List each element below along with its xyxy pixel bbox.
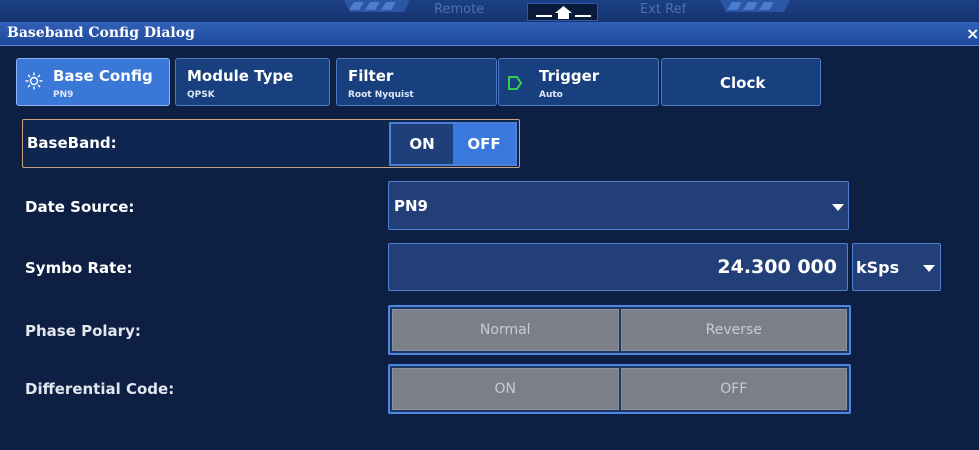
- tab-module-type[interactable]: Module Type QPSK: [175, 58, 330, 106]
- diff-code-on-button[interactable]: ON: [392, 368, 619, 410]
- tab-trigger-label: Trigger: [539, 67, 600, 85]
- dialog-title: Baseband Config Dialog: [7, 25, 195, 41]
- tab-clock[interactable]: Clock: [661, 58, 821, 106]
- tab-base-config-label: Base Config: [53, 67, 153, 85]
- home-button[interactable]: [527, 3, 598, 21]
- gear-icon: [25, 72, 43, 90]
- status-deco-right: [720, 0, 790, 12]
- differential-code-label: Differential Code:: [25, 380, 175, 398]
- tab-base-config[interactable]: Base Config PN9: [16, 58, 170, 106]
- phase-normal-button[interactable]: Normal: [392, 309, 619, 351]
- phase-polarity-group: Normal Reverse: [388, 305, 851, 355]
- tab-module-type-label: Module Type: [187, 67, 294, 85]
- phase-reverse-button[interactable]: Reverse: [620, 309, 847, 351]
- baseband-on-button[interactable]: ON: [391, 124, 453, 164]
- remote-indicator: Remote: [434, 2, 485, 17]
- symbol-rate-unit: kSps: [856, 258, 900, 277]
- baseband-toggle[interactable]: ON OFF: [389, 122, 517, 166]
- baseband-label: BaseBand:: [27, 134, 117, 152]
- chevron-down-icon: [832, 204, 844, 211]
- status-strip: Remote Ext Ref: [0, 0, 979, 22]
- ext-ref-indicator: Ext Ref: [640, 2, 687, 17]
- tab-filter-sub: Root Nyquist: [348, 90, 414, 100]
- symbol-rate-input[interactable]: 24.300 000: [388, 243, 848, 291]
- tab-clock-label: Clock: [720, 74, 766, 92]
- home-icon: [536, 6, 591, 19]
- data-source-select[interactable]: PN9: [388, 181, 849, 230]
- tab-base-config-sub: PN9: [53, 90, 74, 100]
- tab-module-type-sub: QPSK: [187, 90, 215, 100]
- baseband-off-button[interactable]: OFF: [453, 124, 515, 164]
- status-deco-left: [344, 0, 410, 12]
- symbol-rate-value: 24.300 000: [717, 256, 837, 278]
- dialog-title-bar: Baseband Config Dialog ×: [0, 22, 979, 46]
- chevron-down-icon: [923, 265, 935, 272]
- tab-filter[interactable]: Filter Root Nyquist: [336, 58, 497, 106]
- symbol-rate-unit-select[interactable]: kSps: [852, 243, 941, 291]
- tab-trigger[interactable]: Trigger Auto: [498, 58, 659, 106]
- data-source-value: PN9: [394, 197, 428, 215]
- data-source-label: Date Source:: [25, 198, 135, 216]
- differential-code-group: ON OFF: [388, 364, 851, 414]
- phase-polarity-label: Phase Polary:: [25, 322, 141, 340]
- tab-filter-label: Filter: [348, 67, 394, 85]
- diff-code-off-button[interactable]: OFF: [620, 368, 847, 410]
- close-icon[interactable]: ×: [966, 24, 979, 43]
- symbol-rate-label: Symbo Rate:: [25, 259, 133, 277]
- trigger-icon: [508, 76, 522, 90]
- tab-trigger-sub: Auto: [539, 90, 563, 100]
